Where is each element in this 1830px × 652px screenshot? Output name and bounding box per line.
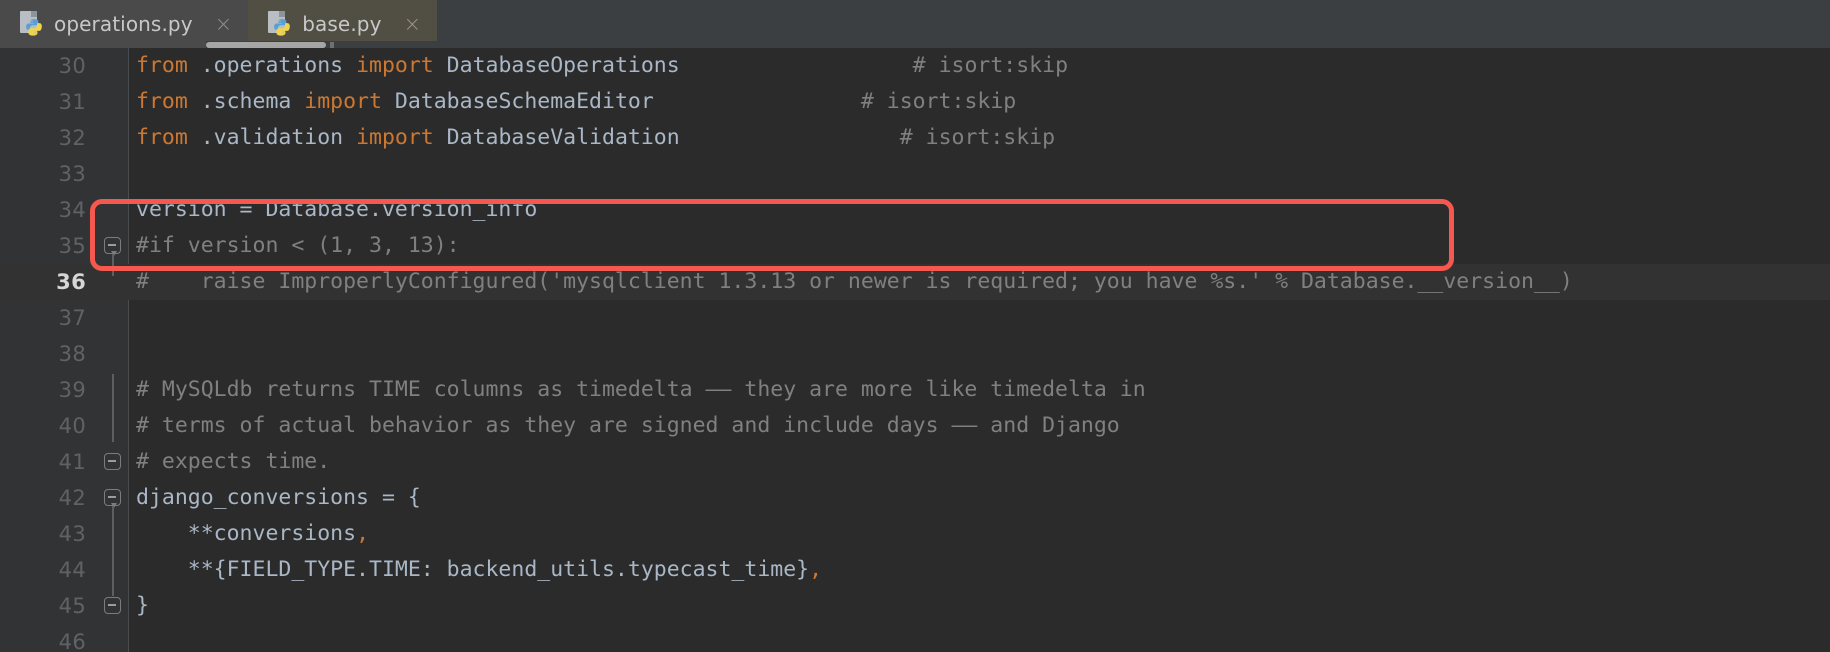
close-icon[interactable]: × <box>215 13 233 35</box>
code-text[interactable]: } <box>136 588 149 624</box>
token-cmt: # expects time. <box>136 449 331 474</box>
tab-label: base.py <box>302 12 382 36</box>
token-id: } <box>136 593 149 618</box>
python-file-icon <box>20 11 44 37</box>
code-text[interactable]: # raise ImproperlyConfigured('mysqlclien… <box>136 264 1573 300</box>
line-number[interactable]: 39 <box>0 372 86 408</box>
code-text[interactable]: #if version < (1, 3, 13): <box>136 228 460 264</box>
token-punc: , <box>809 557 823 582</box>
code-editor[interactable]: 30 from .operations import DatabaseOperat… <box>0 48 1830 652</box>
token-cmt: # terms of actual behavior as they are s… <box>136 413 1120 438</box>
token-id: .operations <box>187 53 357 78</box>
code-text[interactable]: version = Database.version_info <box>136 192 537 228</box>
token-id: .schema <box>187 89 305 114</box>
code-line-31[interactable]: 31 from .schema import DatabaseSchemaEdit… <box>0 84 1830 120</box>
code-line-41[interactable]: 41 # expects time. <box>0 444 1830 480</box>
token-kw: import <box>356 125 434 150</box>
code-line-39[interactable]: 39 # MySQLdb returns TIME columns as time… <box>0 372 1830 408</box>
fold-guide-line-35 <box>112 254 114 276</box>
fold-guide-line-41 <box>112 374 114 442</box>
token-id: **{FIELD_TYPE.TIME: backend_utils.typeca… <box>136 557 810 582</box>
line-number[interactable]: 45 <box>0 588 86 624</box>
token-id: **conversions <box>136 521 357 546</box>
token-kw: from <box>136 125 188 150</box>
token-id: version = Database.version_info <box>136 197 538 222</box>
line-number[interactable]: 37 <box>0 300 86 336</box>
line-number[interactable]: 41 <box>0 444 86 480</box>
fold-down-icon[interactable] <box>104 237 121 256</box>
code-text[interactable]: # MySQLdb returns TIME columns as timede… <box>136 372 1146 408</box>
tab-label: operations.py <box>54 12 193 36</box>
code-text[interactable]: # expects time. <box>136 444 330 480</box>
code-line-43[interactable]: 43 **conversions, <box>0 516 1830 552</box>
code-line-33[interactable]: 33 <box>0 156 1830 192</box>
code-line-35[interactable]: 35 #if version < (1, 3, 13): <box>0 228 1830 264</box>
python-file-icon <box>268 11 292 37</box>
code-text[interactable]: **{FIELD_TYPE.TIME: backend_utils.typeca… <box>136 552 822 588</box>
line-number[interactable]: 38 <box>0 336 86 372</box>
line-number[interactable]: 43 <box>0 516 86 552</box>
token-id: django_conversions = { <box>136 485 421 510</box>
line-number[interactable]: 34 <box>0 192 86 228</box>
code-line-45[interactable]: 45} <box>0 588 1830 624</box>
code-text[interactable]: # terms of actual behavior as they are s… <box>136 408 1120 444</box>
code-text[interactable]: from .validation import DatabaseValidati… <box>136 120 1055 156</box>
code-line-36[interactable]: 36 # raise ImproperlyConfigured('mysqlcli… <box>0 264 1830 300</box>
token-id: DatabaseValidation <box>433 125 680 150</box>
line-number[interactable]: 32 <box>0 120 86 156</box>
line-number[interactable]: 42 <box>0 480 86 516</box>
token-id: .validation <box>187 125 357 150</box>
token-id: DatabaseOperations <box>433 53 680 78</box>
code-line-40[interactable]: 40 # terms of actual behavior as they are… <box>0 408 1830 444</box>
token-kw: import <box>356 53 434 78</box>
line-number[interactable]: 44 <box>0 552 86 588</box>
editor-horizontal-scrollbar-track[interactable] <box>206 41 1830 48</box>
fold-up-icon[interactable] <box>104 597 121 614</box>
token-punc: , <box>356 521 370 546</box>
python-logo-icon <box>274 19 291 36</box>
token-kw: import <box>304 89 382 114</box>
token-kw: from <box>136 53 188 78</box>
line-number[interactable]: 31 <box>0 84 86 120</box>
token-kw: from <box>136 89 188 114</box>
python-logo-icon <box>26 19 42 36</box>
token-cmt: # isort:skip <box>653 89 1017 114</box>
code-line-30[interactable]: 30 from .operations import DatabaseOperat… <box>0 48 1830 84</box>
code-line-46[interactable]: 46 <box>0 624 1830 652</box>
token-cmt: # isort:skip <box>679 53 1069 78</box>
line-number[interactable]: 33 <box>0 156 86 192</box>
fold-guide-line-42 <box>112 506 114 596</box>
code-line-44[interactable]: 44 **{FIELD_TYPE.TIME: backend_utils.typ… <box>0 552 1830 588</box>
fold-down-icon[interactable] <box>104 489 121 508</box>
code-text[interactable]: **conversions, <box>136 516 369 552</box>
token-id: DatabaseSchemaEditor <box>381 89 654 114</box>
line-number[interactable]: 36 <box>0 264 86 300</box>
token-cmt: # raise ImproperlyConfigured('mysqlclien… <box>136 269 1573 294</box>
line-number[interactable]: 30 <box>0 48 86 84</box>
code-line-37[interactable]: 37 <box>0 300 1830 336</box>
code-text[interactable]: django_conversions = { <box>136 480 421 516</box>
code-text[interactable]: from .operations import DatabaseOperatio… <box>136 48 1068 84</box>
token-cmt: # isort:skip <box>679 125 1056 150</box>
line-number[interactable]: 35 <box>0 228 86 264</box>
code-line-42[interactable]: 42 django_conversions = { <box>0 480 1830 516</box>
code-line-32[interactable]: 32 from .validation import DatabaseValida… <box>0 120 1830 156</box>
line-number[interactable]: 46 <box>0 624 86 652</box>
fold-up-icon[interactable] <box>104 453 121 470</box>
code-text[interactable]: from .schema import DatabaseSchemaEditor… <box>136 84 1016 120</box>
code-line-34[interactable]: 34 version = Database.version_info <box>0 192 1830 228</box>
pycharm-window: operations.py × base.py × 30 from .operat… <box>0 0 1830 652</box>
token-cmt: #if version < (1, 3, 13): <box>136 233 460 258</box>
close-icon[interactable]: × <box>404 13 422 35</box>
line-number[interactable]: 40 <box>0 408 86 444</box>
code-line-38[interactable]: 38 <box>0 336 1830 372</box>
token-cmt: # MySQLdb returns TIME columns as timede… <box>136 377 1146 402</box>
